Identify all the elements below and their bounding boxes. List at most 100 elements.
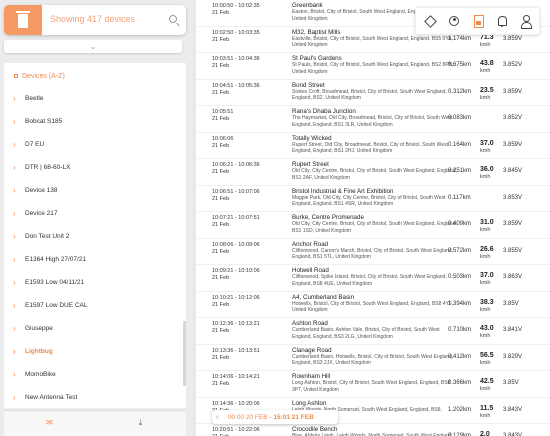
table-row[interactable]: 10:07:21 - 10:07:51 21 Feb Burke, Centre P…	[196, 212, 550, 239]
bell-icon[interactable]	[495, 14, 509, 28]
device-list-item[interactable]: › E1593 Low 04/11/21	[4, 271, 186, 294]
device-list-item[interactable]: › E1597 Low DUE CAL	[4, 294, 186, 317]
toolbar	[415, 7, 540, 35]
expand-filter-button[interactable]: ⌄	[4, 40, 182, 53]
chevron-right-icon: ›	[13, 163, 16, 172]
row-time-range: 10:13:36 - 10:13:51	[212, 347, 260, 354]
row-voltage: 3.845V	[503, 168, 523, 174]
device-list-item[interactable]: › Don Test Unit 2	[4, 225, 186, 248]
chevron-right-icon: ›	[13, 232, 16, 241]
row-speed: 56.5 kmh	[480, 352, 494, 367]
trash-icon[interactable]	[4, 5, 42, 35]
gauge-icon[interactable]	[447, 14, 461, 28]
device-list-item[interactable]: › DTR | 68-60-LX	[4, 156, 186, 179]
report-icon[interactable]	[471, 14, 485, 28]
device-list-item[interactable]: › New Antenna Test	[4, 386, 186, 408]
row-time-range: 10:04:51 - 10:05:36	[212, 82, 260, 89]
device-list-item[interactable]: › Bobcat S185	[4, 110, 186, 133]
row-address: Long Ashton, Bristol, City of Bristol, S…	[292, 380, 451, 393]
chevron-right-icon: ›	[13, 278, 16, 287]
device-list-item[interactable]: › Giuseppe	[4, 317, 186, 340]
row-voltage: 3.852V	[503, 62, 523, 68]
user-icon[interactable]	[519, 14, 533, 29]
chevron-down-icon: ⌄	[89, 42, 97, 51]
device-list-item[interactable]: › D7 EU	[4, 133, 186, 156]
row-speed: 26.6 kmh	[480, 246, 494, 261]
row-speed-value: 31.0	[480, 219, 494, 226]
device-list-item[interactable]: › Beetle	[4, 87, 186, 110]
diamond-icon[interactable]	[423, 14, 437, 28]
row-date: 21 Feb	[212, 169, 230, 175]
history-table: 10:00:50 - 10:02:35 21 Feb Greenbank Easton…	[196, 0, 550, 436]
table-row[interactable]: 10:05:51 21 Feb Rana's Dhaba Junction The H…	[196, 106, 550, 133]
row-address: Old City, City Centre, Bristol, City of …	[292, 221, 457, 234]
row-time: 10:06:51 - 10:07:06 21 Feb	[212, 189, 287, 203]
row-speed-unit: kmh	[480, 41, 491, 48]
chevron-right-icon: ›	[13, 255, 16, 264]
select-all-checkbox[interactable]	[14, 74, 18, 78]
table-row[interactable]: 10:03:51 - 10:04:36 21 Feb St Paul's Garde…	[196, 53, 550, 80]
row-speed-unit: kmh	[480, 359, 491, 366]
row-voltage: 3.859V	[503, 221, 523, 227]
date-range-selector[interactable]: ‹ 00:00 20 FEB - 15:01 21 FEB	[212, 410, 338, 424]
device-list-item[interactable]: › Device 138	[4, 179, 186, 202]
row-distance: 0.083km	[448, 115, 472, 121]
table-row[interactable]: 10:10:21 - 10:12:06 21 Feb A4, Cumberland …	[196, 292, 550, 318]
table-row[interactable]: 10:06:51 - 10:07:06 21 Feb Bristol Industr…	[196, 186, 550, 212]
row-time: 10:20:51 - 10:22:0621 Feb	[212, 427, 287, 436]
row-distance: 1.394km	[448, 300, 472, 307]
row-time-range: 10:12:36 - 10:13:21	[212, 321, 260, 327]
row-time: 10:08:06 - 10:09:06 21 Feb	[212, 242, 287, 256]
device-list-item[interactable]: › Lightbug	[4, 340, 186, 363]
device-list-item[interactable]: › MomoBike	[4, 363, 186, 386]
table-row[interactable]: 10:14:06 - 10:14:21 21 Feb Rownham Hill Lon…	[196, 371, 550, 398]
table-row[interactable]: 10:06:06 21 Feb Totally Wicked Rupert Stree…	[196, 133, 550, 159]
table-row[interactable]: 10:06:21 - 10:06:36 21 Feb Rupert Street Ol…	[196, 159, 550, 186]
table-row[interactable]: 10:08:06 - 10:09:06 21 Feb Anchor Road Clif…	[196, 239, 550, 265]
row-speed-unit: kmh	[480, 306, 491, 313]
row-voltage: 3.853V	[503, 194, 523, 201]
device-list-header[interactable]: Devices (A-Z)	[4, 63, 186, 87]
row-voltage: 3.859V	[503, 35, 523, 42]
device-list-item[interactable]: › Device 217	[4, 202, 186, 225]
left-panel: Showing 417 devices ⌄ Devices (A-Z) › Bee…	[0, 0, 192, 436]
row-speed-value: 43.0	[480, 325, 494, 332]
row-voltage: 3.863V	[503, 274, 523, 280]
row-voltage: 3.852V	[503, 115, 523, 121]
table-row[interactable]: 10:04:51 - 10:05:36 21 Feb Bond Street Stok…	[196, 80, 550, 106]
device-bottom-bar: ✉ ⤓	[4, 410, 186, 436]
row-speed: 11.5 kmh	[480, 405, 493, 420]
download-button[interactable]: ⤓	[95, 414, 186, 432]
row-date: 21 Feb	[212, 63, 230, 69]
device-name: E1593 Low 04/11/21	[25, 279, 85, 286]
table-row[interactable]: 10:13:36 - 10:13:51 21 Feb Clanage Road Cum…	[196, 345, 550, 371]
chevron-right-icon: ›	[13, 393, 16, 402]
row-time-range: 10:05:51	[212, 109, 234, 115]
row-speed: 23.5 kmh	[480, 87, 494, 102]
row-speed: 2.0kmh	[480, 431, 490, 436]
device-name: Lightbug	[25, 348, 53, 355]
row-time: 10:04:51 - 10:05:36 21 Feb	[212, 83, 287, 97]
table-row[interactable]: 10:12:36 - 10:13:21 21 Feb Ashton Road Cumb…	[196, 318, 550, 345]
table-row[interactable]: 10:09:21 - 10:10:06 21 Feb Hotwell Road Cli…	[196, 265, 550, 292]
mail-button[interactable]: ✉	[4, 414, 95, 432]
row-time: 10:05:51 21 Feb	[212, 109, 287, 123]
device-list-scrollbar[interactable]	[183, 321, 186, 386]
row-date: 21 Feb	[212, 10, 230, 16]
row-speed-unit: kmh	[480, 227, 491, 233]
row-address: Cumberland Basin, Ashton Vale, Bristol, …	[292, 327, 440, 340]
device-list-item[interactable]: › E1364 High 27/07/21	[4, 248, 186, 271]
row-speed: 42.5 kmh	[480, 378, 494, 393]
search-icon[interactable]	[169, 15, 177, 23]
row-address: Cumberland Basin, Hotwells, Bristol, Cit…	[292, 353, 454, 367]
chevron-left-icon[interactable]: ‹	[216, 410, 226, 424]
row-date: 21 Feb	[212, 36, 230, 43]
chevron-right-icon: ›	[13, 117, 16, 126]
row-speed: 36.0 kmh	[480, 166, 494, 181]
row-distance: 0.412km	[448, 353, 472, 360]
device-search-bar[interactable]: Showing 417 devices	[4, 5, 186, 35]
row-speed-value: 37.0	[480, 272, 494, 279]
table-row[interactable]: 10:20:51 - 10:22:0621 FebCrocodile Bench…	[196, 424, 550, 436]
chevron-right-icon: ›	[13, 140, 16, 149]
device-name: D7 EU	[25, 141, 45, 148]
